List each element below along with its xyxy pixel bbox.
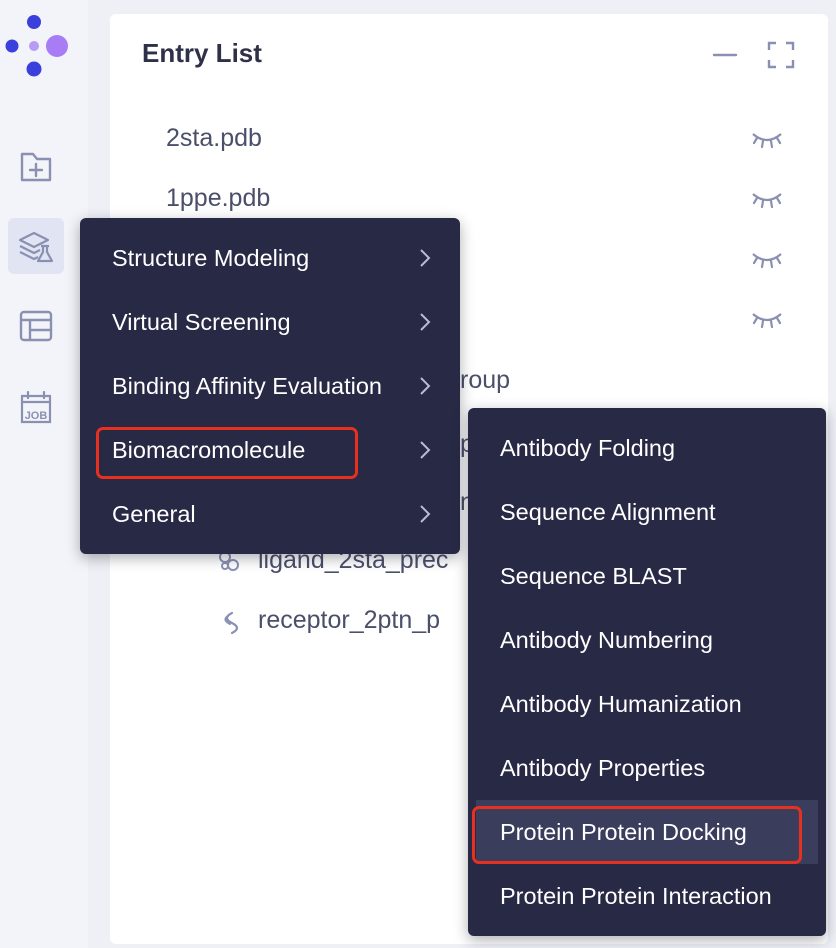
menu-item-label: Biomacromolecule [112, 436, 306, 463]
menu-item-structure-modeling[interactable]: Structure Modeling [80, 226, 460, 290]
menu-item-biomacromolecule[interactable]: Biomacromolecule [80, 418, 460, 482]
entry-group-partial[interactable]: roup [460, 366, 510, 395]
panel-title: Entry List [142, 38, 262, 68]
chevron-right-icon [420, 377, 431, 395]
minimize-icon[interactable] [710, 40, 740, 70]
submenu-item-protein-protein-docking[interactable]: Protein Protein Docking [476, 800, 818, 864]
menu-item-label: Binding Affinity Evaluation [112, 372, 382, 399]
menu-item-virtual-screening[interactable]: Virtual Screening [80, 290, 460, 354]
job-icon-label: JOB [25, 410, 48, 422]
hidden-eye-icon[interactable] [750, 128, 784, 150]
entry-1ppe[interactable]: 1ppe.pdb [166, 184, 270, 213]
submenu-item-antibody-humanization[interactable]: Antibody Humanization [468, 672, 826, 736]
chevron-right-icon [420, 441, 431, 459]
chevron-right-icon [420, 249, 431, 267]
biomacromolecule-submenu: Antibody Folding Sequence Alignment Sequ… [468, 408, 826, 936]
submenu-item-sequence-alignment[interactable]: Sequence Alignment [468, 480, 826, 544]
chevron-right-icon [420, 313, 431, 331]
hidden-eye-icon[interactable] [750, 188, 784, 210]
chevron-right-icon [420, 505, 431, 523]
receptor-icon [224, 611, 239, 635]
rail-table-layout-button[interactable] [8, 298, 64, 354]
entry-receptor-2ptn[interactable]: receptor_2ptn_p [258, 606, 440, 635]
fullscreen-icon[interactable] [766, 40, 796, 70]
context-menu: Structure Modeling Virtual Screening Bin… [80, 218, 460, 554]
submenu-item-antibody-properties[interactable]: Antibody Properties [468, 736, 826, 800]
entry-2sta[interactable]: 2sta.pdb [166, 124, 262, 153]
menu-item-general[interactable]: General [80, 482, 460, 546]
job-icon: JOB [20, 390, 52, 424]
new-folder-icon [20, 152, 52, 182]
rail-job-button[interactable]: JOB [8, 378, 64, 434]
layers-flask-icon [18, 231, 54, 263]
rail-new-folder-button[interactable] [8, 138, 64, 194]
hidden-eye-icon[interactable] [750, 308, 784, 330]
submenu-item-sequence-blast[interactable]: Sequence BLAST [468, 544, 826, 608]
submenu-item-antibody-numbering[interactable]: Antibody Numbering [468, 608, 826, 672]
menu-item-binding-affinity[interactable]: Binding Affinity Evaluation [80, 354, 460, 418]
hidden-eye-icon[interactable] [750, 248, 784, 270]
submenu-item-antibody-folding[interactable]: Antibody Folding [468, 416, 826, 480]
menu-item-label: Structure Modeling [112, 244, 310, 271]
app-logo[interactable] [0, 0, 80, 90]
menu-item-label: Virtual Screening [112, 308, 291, 335]
rail-layers-flask-button[interactable] [8, 218, 64, 274]
logo-dots-icon [5, 15, 68, 77]
left-rail: JOB [0, 0, 88, 948]
submenu-item-protein-protein-interaction[interactable]: Protein Protein Interaction [468, 864, 826, 928]
table-layout-icon [19, 310, 53, 342]
menu-item-label: General [112, 500, 196, 527]
